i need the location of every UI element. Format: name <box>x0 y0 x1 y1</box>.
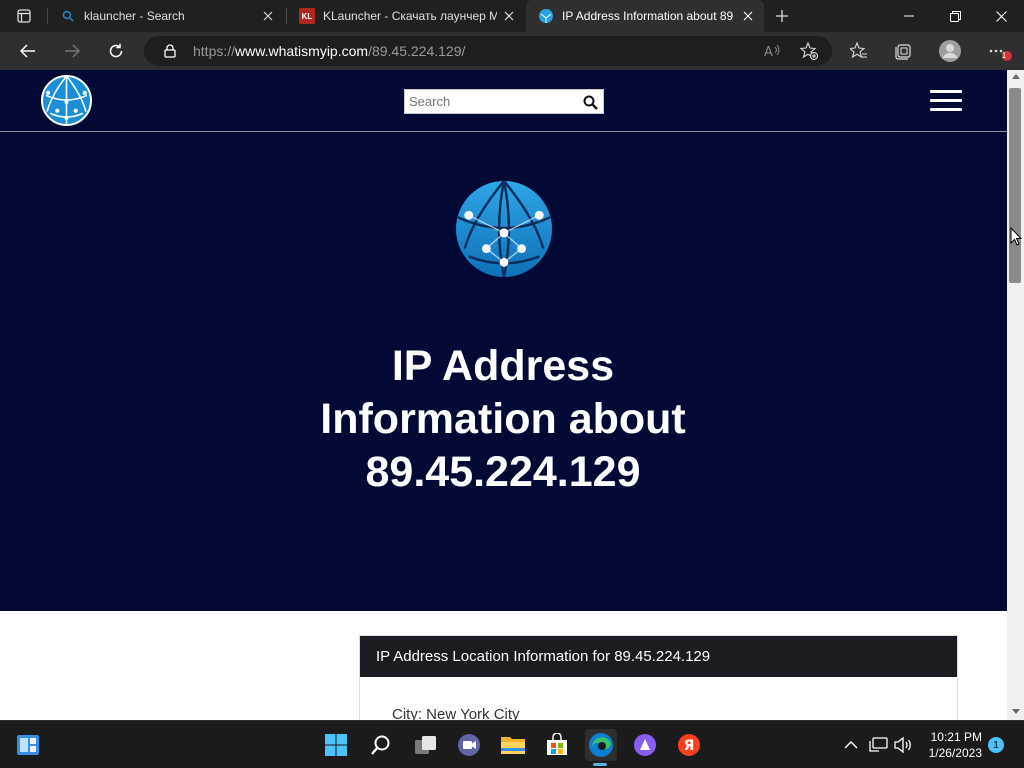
site-header <box>0 70 1007 132</box>
edge-icon[interactable] <box>585 729 617 761</box>
widgets-icon[interactable] <box>12 729 44 761</box>
tab-title: IP Address Information about 89 <box>562 9 734 23</box>
yandex-browser-icon[interactable]: Я <box>673 729 705 761</box>
tab-ip-address-info[interactable]: IP Address Information about 89 <box>526 0 764 32</box>
url-text: https://www.whatismyip.com/89.45.224.129… <box>193 43 466 59</box>
teams-chat-icon[interactable] <box>453 729 485 761</box>
favorites-button[interactable] <box>842 36 876 66</box>
settings-alert-badge: 1 <box>1001 51 1007 60</box>
close-tab-icon[interactable] <box>256 4 280 28</box>
windows-taskbar: Я 10:21 PM 1/26/2023 1 <box>0 720 1024 768</box>
alice-icon[interactable] <box>629 729 661 761</box>
ip-location-card: IP Address Location Information for 89.4… <box>359 635 958 720</box>
scroll-down-arrow-icon[interactable] <box>1012 709 1020 714</box>
volume-icon[interactable] <box>893 735 913 755</box>
forward-button[interactable] <box>55 36 89 66</box>
web-page: IP Address Information about 89.45.224.1… <box>0 70 1007 720</box>
tab-klauncher-download[interactable]: KL KLauncher - Скачать лаунчер M <box>287 0 525 32</box>
notification-badge[interactable]: 1 <box>988 737 1004 753</box>
klauncher-favicon-icon: KL <box>299 8 315 24</box>
file-explorer-icon[interactable] <box>497 729 529 761</box>
globe-network-favicon-icon <box>538 8 554 24</box>
collections-button[interactable] <box>887 36 921 66</box>
card-header: IP Address Location Information for 89.4… <box>360 636 957 677</box>
search-icon[interactable] <box>581 93 599 111</box>
search-input[interactable] <box>409 92 579 110</box>
mouse-cursor-icon <box>1010 226 1023 247</box>
menu-icon[interactable] <box>928 90 964 112</box>
hero-section: IP Address Information about 89.45.224.1… <box>0 132 1007 611</box>
close-window-button[interactable] <box>978 0 1024 32</box>
lock-icon[interactable] <box>160 41 180 61</box>
site-logo[interactable] <box>41 75 92 126</box>
clock-time: 10:21 PM <box>930 730 982 744</box>
active-app-indicator <box>593 763 607 766</box>
browser-toolbar: https://www.whatismyip.com/89.45.224.129… <box>0 32 1024 70</box>
settings-more-button[interactable]: 1 <box>982 36 1016 66</box>
taskbar-clock[interactable]: 10:21 PM 1/26/2023 <box>916 729 982 761</box>
back-button[interactable] <box>11 36 45 66</box>
search-icon[interactable] <box>365 729 397 761</box>
page-scrollbar[interactable] <box>1007 70 1024 720</box>
scroll-up-arrow-icon[interactable] <box>1012 74 1020 79</box>
svg-text:A: A <box>764 45 773 59</box>
restore-button[interactable] <box>932 0 978 32</box>
tab-klauncher-search[interactable]: klauncher - Search <box>48 0 284 32</box>
site-search <box>404 89 604 114</box>
microsoft-store-icon[interactable] <box>541 729 573 761</box>
svg-text:Я: Я <box>684 738 695 754</box>
minimize-button[interactable] <box>886 0 932 32</box>
start-icon[interactable] <box>320 729 352 761</box>
bing-search-icon <box>60 8 76 24</box>
scroll-thumb[interactable] <box>1009 88 1021 283</box>
close-tab-icon[interactable] <box>736 4 760 28</box>
task-view-icon[interactable] <box>410 729 442 761</box>
read-aloud-icon[interactable]: A <box>763 41 783 61</box>
city-value: City: New York City <box>392 706 520 720</box>
page-title: IP Address Information about 89.45.224.1… <box>320 342 686 496</box>
network-icon[interactable] <box>869 735 889 755</box>
tab-title: KLauncher - Скачать лаунчер M <box>323 9 497 23</box>
tab-title: klauncher - Search <box>84 9 185 23</box>
new-tab-button[interactable] <box>768 4 796 28</box>
browser-tab-strip: klauncher - Search KL KLauncher - Скачат… <box>0 0 1024 32</box>
add-favorite-icon[interactable] <box>799 41 819 61</box>
tab-actions-icon[interactable] <box>8 4 40 28</box>
refresh-button[interactable] <box>99 36 133 66</box>
globe-network-logo-icon <box>455 180 553 278</box>
profile-avatar[interactable] <box>933 36 967 66</box>
show-hidden-icons-chevron-icon[interactable] <box>841 735 861 755</box>
clock-date: 1/26/2023 <box>928 746 982 760</box>
address-bar[interactable]: https://www.whatismyip.com/89.45.224.129… <box>144 36 832 66</box>
close-tab-icon[interactable] <box>497 4 521 28</box>
